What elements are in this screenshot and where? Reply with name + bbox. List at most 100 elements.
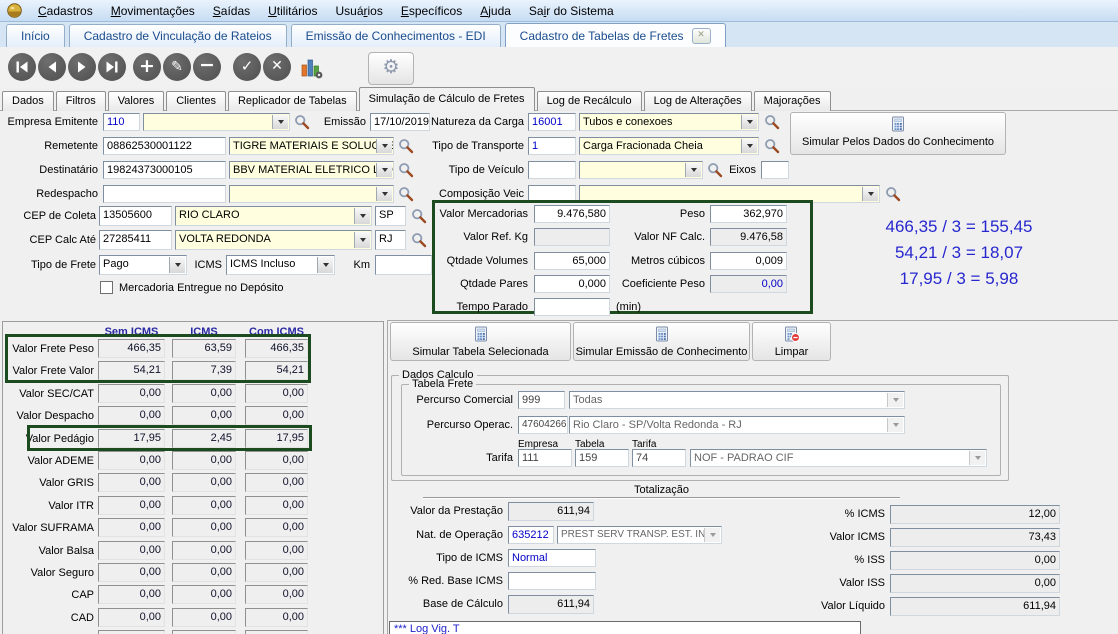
cep-coleta-city-combo[interactable]: RIO CLARO (175, 206, 372, 226)
freight-cell[interactable]: 0,00 (98, 585, 165, 604)
chevron-down-icon[interactable] (272, 115, 288, 129)
search-icon[interactable] (411, 208, 428, 225)
freight-cell[interactable]: 0,00 (245, 630, 308, 634)
freight-cell[interactable]: 54,21 (98, 361, 165, 380)
previous-record-button[interactable] (38, 53, 66, 81)
empresa-emitente-combo[interactable] (143, 113, 290, 131)
freight-cell[interactable]: 0,00 (98, 518, 165, 537)
freight-cell[interactable]: 0,00 (245, 496, 308, 515)
tipo-transporte-code-input[interactable]: 1 (528, 137, 576, 155)
freight-cell[interactable]: 0,00 (98, 451, 165, 470)
menu-item-especificos[interactable]: Específicos (392, 4, 471, 18)
menu-item-cadastros[interactable]: Cadastros (29, 4, 102, 18)
cep-calc-ate-uf-input[interactable]: RJ (375, 230, 406, 250)
search-icon[interactable] (294, 114, 311, 131)
subtab-log-alteracoes[interactable]: Log de Alterações (644, 91, 752, 111)
cep-coleta-uf-input[interactable]: SP (375, 206, 406, 226)
subtab-simulacao-calculo-fretes[interactable]: Simulação de Cálculo de Fretes (359, 87, 535, 111)
freight-cell[interactable]: 63,59 (172, 339, 236, 358)
menu-item-utilitarios[interactable]: Utilitários (259, 4, 326, 18)
freight-cell[interactable]: 0,00 (98, 496, 165, 515)
freight-cell[interactable]: 0,00 (245, 406, 308, 425)
subtab-majoracoes[interactable]: Majorações (754, 91, 831, 111)
red-base-icms-field[interactable] (508, 572, 596, 590)
cep-calc-ate-input[interactable]: 27285411 (99, 230, 172, 250)
chevron-down-icon[interactable] (376, 163, 392, 177)
chevron-down-icon[interactable] (741, 139, 757, 153)
add-button[interactable]: + (133, 53, 161, 81)
icms-combo[interactable]: ICMS Incluso (226, 255, 335, 275)
subtab-filtros[interactable]: Filtros (56, 91, 106, 111)
freight-cell[interactable]: 466,35 (245, 339, 308, 358)
eixos-input[interactable] (761, 161, 789, 179)
km-input[interactable] (375, 255, 432, 275)
natureza-carga-combo[interactable]: Tubos e conexoes (579, 113, 759, 131)
subtab-log-recalculo[interactable]: Log de Recálculo (537, 91, 642, 111)
freight-cell[interactable]: 2,45 (172, 429, 236, 448)
subtab-clientes[interactable]: Clientes (166, 91, 226, 111)
freight-cell[interactable]: 0,00 (98, 384, 165, 403)
chevron-down-icon[interactable] (862, 187, 878, 201)
freight-cell[interactable]: 17,95 (245, 429, 308, 448)
redespacho-code-input[interactable] (103, 185, 226, 203)
chevron-down-icon[interactable] (169, 257, 185, 273)
chevron-down-icon[interactable] (354, 232, 370, 248)
freight-cell[interactable]: 0,00 (98, 473, 165, 492)
freight-cell[interactable]: 0,00 (98, 608, 165, 627)
freight-cell[interactable]: 0,00 (172, 384, 236, 403)
menu-item-usuarios[interactable]: Usuários (326, 4, 391, 18)
peso-input[interactable]: 362,970 (710, 205, 787, 223)
subtab-dados[interactable]: Dados (2, 91, 54, 111)
freight-cell[interactable]: 0,00 (172, 630, 236, 634)
last-record-button[interactable] (98, 53, 126, 81)
menu-item-ajuda[interactable]: Ajuda (471, 4, 520, 18)
freight-cell[interactable]: 0,00 (245, 473, 308, 492)
cancel-button[interactable]: ✕ (263, 53, 291, 81)
natureza-carga-code-input[interactable]: 16001 (528, 113, 576, 131)
tab-cadastro-vinculacao-rateios[interactable]: Cadastro de Vinculação de Rateios (69, 24, 287, 47)
chevron-down-icon[interactable] (376, 187, 392, 201)
settings-button[interactable]: ⚙ (368, 52, 414, 85)
remetente-code-input[interactable]: 08862530001122 (103, 137, 226, 155)
search-icon[interactable] (885, 186, 902, 203)
cep-coleta-input[interactable]: 13505600 (99, 206, 172, 226)
freight-cell[interactable]: 0,00 (245, 451, 308, 470)
freight-cell[interactable]: 0,00 (172, 518, 236, 537)
next-record-button[interactable] (68, 53, 96, 81)
tipo-transporte-combo[interactable]: Carga Fracionada Cheia (579, 137, 759, 155)
freight-cell[interactable]: 0,00 (172, 473, 236, 492)
destinatario-combo[interactable]: BBV MATERIAL ELETRICO LTDA ME (229, 161, 394, 179)
freight-cell[interactable]: 7,39 (172, 361, 236, 380)
subtab-valores[interactable]: Valores (108, 91, 164, 111)
chevron-down-icon[interactable] (685, 163, 701, 177)
chevron-down-icon[interactable] (354, 208, 370, 224)
tipo-frete-combo[interactable]: Pago (99, 255, 187, 275)
simular-dados-conhecimento-button[interactable]: Simular Pelos Dados do Conhecimento (790, 112, 1006, 155)
tab-emissao-conhecimentos-edi[interactable]: Emissão de Conhecimentos - EDI (291, 24, 501, 47)
cep-calc-ate-city-combo[interactable]: VOLTA REDONDA (175, 230, 372, 250)
freight-cell[interactable]: 0,00 (245, 585, 308, 604)
freight-cell[interactable]: 0,00 (98, 630, 165, 634)
tipo-veiculo-code-input[interactable] (528, 161, 576, 179)
destinatario-code-input[interactable]: 19824373000105 (103, 161, 226, 179)
tab-close-icon[interactable]: ✕ (692, 28, 711, 44)
entregue-deposito-checkbox[interactable] (100, 281, 113, 294)
limpar-button[interactable]: Limpar (752, 322, 831, 361)
tab-inicio[interactable]: Início (6, 24, 65, 47)
chevron-down-icon[interactable] (317, 257, 333, 273)
freight-cell[interactable]: 0,00 (245, 518, 308, 537)
freight-cell[interactable]: 0,00 (172, 585, 236, 604)
remove-button[interactable]: − (193, 53, 221, 81)
metros-cubicos-input[interactable]: 0,009 (710, 252, 787, 270)
freight-cell[interactable]: 17,95 (98, 429, 165, 448)
first-record-button[interactable] (8, 53, 36, 81)
freight-cell[interactable]: 0,00 (172, 406, 236, 425)
menu-item-saidas[interactable]: Saídas (204, 4, 259, 18)
subtab-replicador-tabelas[interactable]: Replicador de Tabelas (228, 91, 357, 111)
simular-emissao-button[interactable]: Simular Emissão de Conhecimento (573, 322, 750, 361)
nat-operacao-code-field[interactable]: 635212 (508, 526, 554, 544)
freight-cell[interactable]: 466,35 (98, 339, 165, 358)
freight-cell[interactable]: 0,00 (172, 608, 236, 627)
freight-cell[interactable]: 0,00 (98, 541, 165, 560)
chevron-down-icon[interactable] (376, 139, 392, 153)
